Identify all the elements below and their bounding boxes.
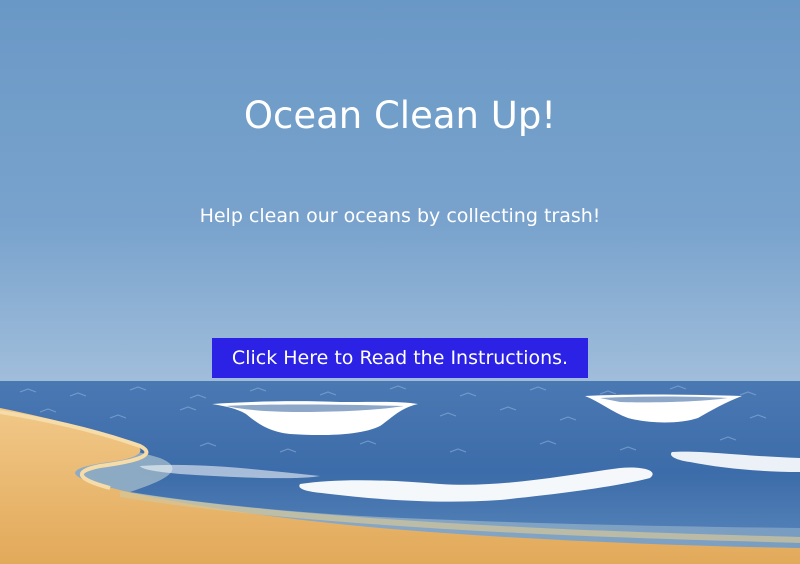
beach-scene [0,381,800,564]
game-screen: Ocean Clean Up! Help clean our oceans by… [0,0,800,564]
game-title: Ocean Clean Up! [243,94,557,137]
read-instructions-button[interactable]: Click Here to Read the Instructions. [212,338,588,378]
game-subtitle: Help clean our oceans by collecting tras… [199,205,601,227]
